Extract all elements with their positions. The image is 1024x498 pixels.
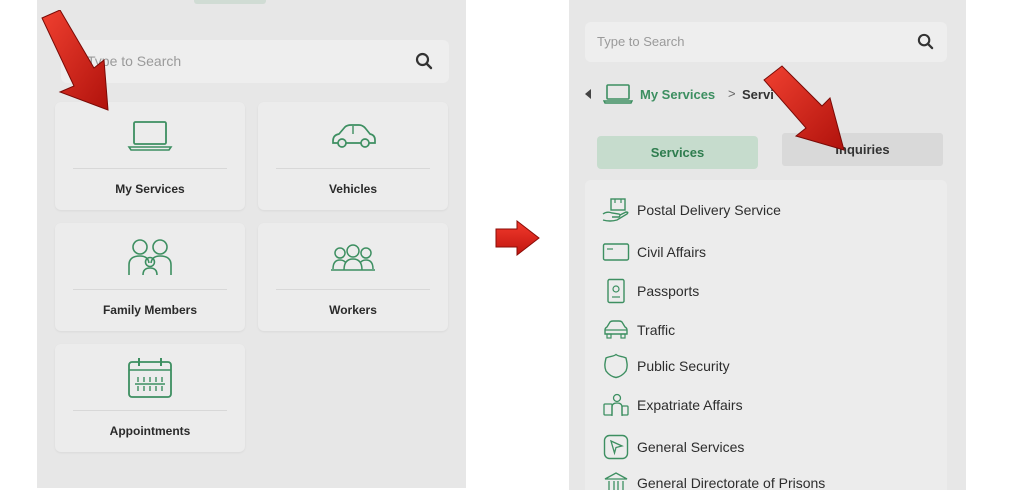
laptop-icon (602, 84, 634, 109)
list-item-label: General Services (637, 439, 745, 455)
security-badge-icon (601, 351, 631, 381)
calendar-icon (55, 358, 245, 398)
tab-services[interactable]: Services (597, 136, 758, 169)
list-item-label: Traffic (637, 322, 676, 338)
traffic-car-icon (601, 315, 631, 345)
search-field[interactable]: Type to Search (585, 22, 947, 62)
search-placeholder: Type to Search (597, 34, 685, 49)
card-label: My Services (115, 182, 185, 196)
list-item[interactable]: General Services (601, 432, 941, 462)
car-icon (258, 116, 448, 156)
list-item[interactable]: Civil Affairs (601, 237, 941, 267)
appointments-card[interactable]: Appointments (55, 344, 245, 452)
list-item-label: Postal Delivery Service (637, 202, 781, 218)
family-icon (55, 237, 245, 277)
prison-building-icon (601, 468, 631, 490)
list-item[interactable]: General Directorate of Prisons (601, 468, 941, 490)
list-item[interactable]: Traffic (601, 315, 941, 345)
list-item-label: General Directorate of Prisons (637, 475, 826, 490)
top-tab-indicator (194, 0, 266, 4)
card-label: Vehicles (328, 182, 378, 196)
vehicles-card[interactable]: Vehicles (258, 102, 448, 210)
postal-hand-icon (601, 195, 631, 225)
red-arrow-annotation (763, 65, 845, 151)
list-item[interactable]: Expatriate Affairs (601, 390, 941, 420)
card-divider (73, 168, 227, 169)
card-divider (73, 410, 227, 411)
breadcrumb-root[interactable]: My Services (640, 87, 715, 102)
red-arrow-annotation (41, 10, 109, 111)
card-label: Workers (329, 303, 377, 317)
list-item-label: Public Security (637, 358, 730, 374)
card-label: Family Members (102, 303, 198, 317)
list-item-label: Passports (637, 283, 700, 299)
list-item-label: Expatriate Affairs (637, 397, 743, 413)
passport-icon (601, 276, 631, 306)
list-item-label: Civil Affairs (637, 244, 706, 260)
card-divider (73, 289, 227, 290)
list-item[interactable]: Public Security (601, 351, 941, 381)
card-label: Appointments (109, 424, 191, 438)
list-item[interactable]: Passports (601, 276, 941, 306)
id-card-icon (601, 237, 631, 267)
breadcrumb-separator: > (728, 86, 736, 101)
workers-card[interactable]: Workers (258, 223, 448, 331)
back-arrow-icon[interactable] (585, 89, 591, 99)
list-item[interactable]: Postal Delivery Service (601, 195, 941, 225)
services-list: Postal Delivery Service Civil Affairs Pa… (585, 180, 947, 490)
search-icon[interactable] (917, 33, 934, 55)
workers-icon (258, 237, 448, 277)
family-members-card[interactable]: Family Members (55, 223, 245, 331)
card-divider (276, 289, 430, 290)
laptop-icon (55, 116, 245, 156)
card-divider (276, 168, 430, 169)
search-icon[interactable] (415, 52, 433, 75)
general-services-icon (601, 432, 631, 462)
expatriate-icon (601, 390, 631, 420)
next-step-arrow (495, 220, 540, 256)
